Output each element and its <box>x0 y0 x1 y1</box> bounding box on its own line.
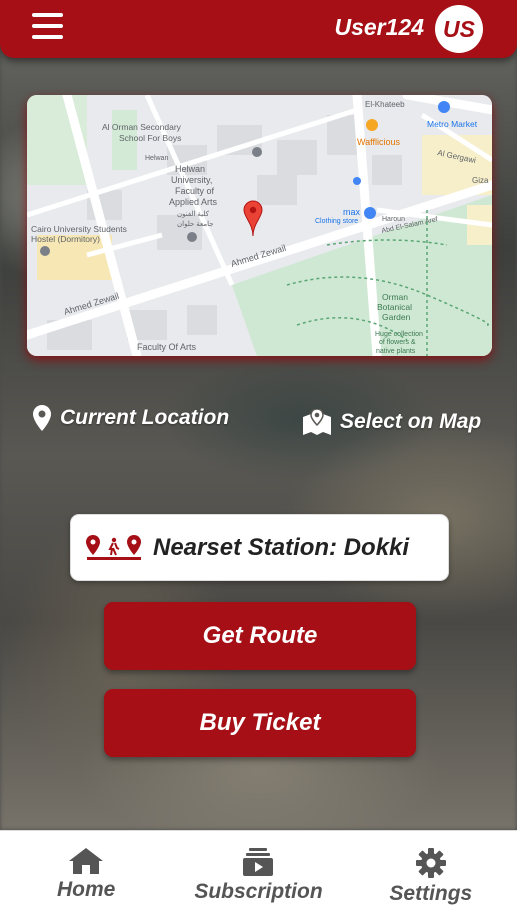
nearest-station-box: Nearset Station: Dokki <box>70 514 449 581</box>
map-label-faculty: Faculty Of Arts <box>137 342 197 352</box>
nav-label-settings: Settings <box>389 882 473 905</box>
map-label-giza: Giza <box>472 176 489 185</box>
map-label-helwan-2: University, <box>171 175 212 185</box>
folded-map-icon <box>303 409 331 435</box>
nav-label-subscription: Subscription <box>194 880 323 903</box>
current-location-label: Current Location <box>60 406 230 429</box>
map-pin-icon <box>33 405 51 431</box>
map-label-orman-3: Garden <box>382 312 411 322</box>
walking-route-icon <box>86 534 141 560</box>
map-label-metro: Metro Market <box>427 119 478 129</box>
username: User124 <box>334 14 424 40</box>
nav-item-home[interactable]: Home <box>0 831 172 916</box>
map-label-helwan-3: Faculty of <box>175 186 215 196</box>
map-label-orman-1: Orman <box>382 292 408 302</box>
bottom-navigation: Home Subscription Settings <box>0 830 517 916</box>
map-label-hostel-1: Cairo University Students <box>31 224 127 234</box>
current-location-option[interactable]: Current Location <box>33 405 229 431</box>
map-label-orman-6: native plants <box>376 348 416 355</box>
map-label-orman-4: Huge collection <box>375 331 423 338</box>
nav-item-subscription[interactable]: Subscription <box>172 831 344 916</box>
map-label-helwan-ar-3: جامعة حلوان <box>177 220 214 228</box>
map-label-helwan-ar: كلية الفنون <box>177 210 210 218</box>
nearest-station-text: Nearset Station: Dokki <box>153 533 410 561</box>
map-label-school: Al Orman Secondary <box>102 122 182 132</box>
get-route-button[interactable]: Get Route <box>104 602 416 670</box>
nav-label-home: Home <box>56 878 116 901</box>
avatar[interactable]: US <box>435 5 483 53</box>
map-label-helwan-1: Helwan <box>175 164 205 174</box>
map-label-helwan-4: Applied Arts <box>169 197 218 207</box>
map-label-orman-5: of flowers & <box>379 339 416 346</box>
hamburger-menu-icon[interactable] <box>32 13 63 41</box>
app-header: User124 US <box>0 0 517 58</box>
map-view[interactable]: Al Orman Secondary School For Boys Helwa… <box>27 95 492 356</box>
subscription-icon <box>243 848 274 876</box>
map-label-max: max <box>343 207 361 217</box>
select-on-map-option[interactable]: Select on Map <box>303 409 481 435</box>
map-label-haroun: Haroun <box>382 216 405 223</box>
map-label-orman-2: Botanical <box>377 302 412 312</box>
home-icon <box>69 848 104 874</box>
map-label-wafflicious: Wafflicious <box>357 137 401 147</box>
gear-icon <box>415 848 446 878</box>
select-on-map-label: Select on Map <box>340 410 482 433</box>
map-label-helwan: Helwan <box>145 155 168 162</box>
map-label-school-2: School For Boys <box>119 133 181 143</box>
map-label-khateeb: El-Khateeb <box>365 100 405 109</box>
map-label-hostel-2: Hostel (Dormitory) <box>31 234 100 244</box>
nav-item-settings[interactable]: Settings <box>345 831 517 916</box>
map-label-max-2: Clothing store <box>315 218 358 225</box>
buy-ticket-button[interactable]: Buy Ticket <box>104 689 416 757</box>
